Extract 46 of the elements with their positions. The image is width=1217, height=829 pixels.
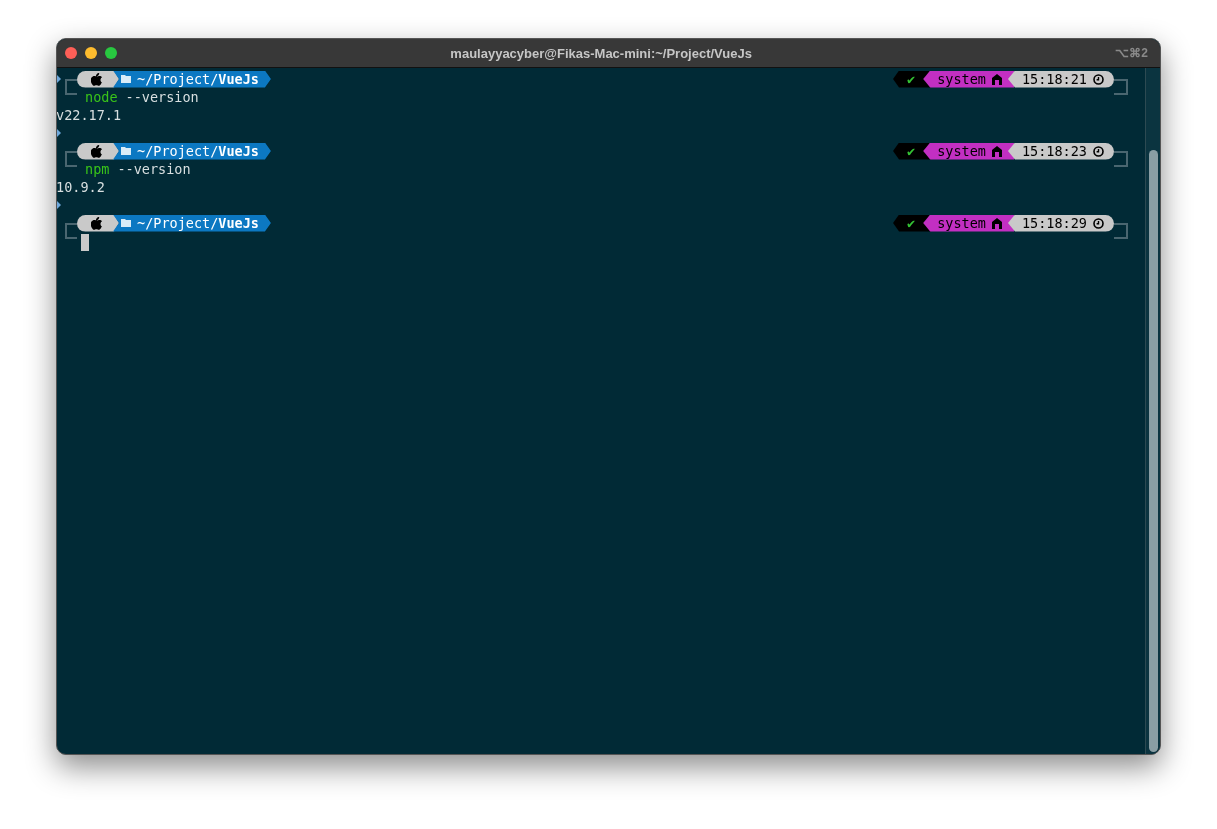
folder-icon: [121, 147, 131, 155]
env-text: system: [937, 143, 986, 159]
command-text: node: [85, 89, 118, 105]
path-text: ~/Project/VueJs: [137, 143, 259, 159]
mark-icon: [57, 201, 61, 209]
close-button[interactable]: [65, 47, 77, 59]
scrollbar-thumb[interactable]: [1149, 150, 1158, 752]
mark-icon: [57, 129, 61, 137]
minimize-button[interactable]: [85, 47, 97, 59]
folder-icon: [121, 219, 131, 227]
path-text: ~/Project/VueJs: [137, 215, 259, 231]
status-text: ✔: [907, 71, 916, 87]
clock-icon: [1093, 73, 1104, 85]
clock-icon: [1093, 217, 1104, 229]
argument-text: --version: [125, 89, 199, 105]
mark-icon: [57, 75, 61, 83]
apple-icon: [91, 216, 103, 230]
prompt-bracket: [65, 223, 77, 239]
status-text: ✔: [907, 143, 916, 159]
status-text: ✔: [907, 215, 916, 231]
prompt-bracket: [65, 151, 77, 167]
output-text: 10.9.2: [57, 178, 105, 196]
prompt-bracket: [65, 79, 77, 95]
apple-icon: [91, 144, 103, 158]
command-text: npm: [85, 161, 110, 177]
apple-icon: [91, 72, 103, 86]
prompt-bracket: [1114, 79, 1128, 95]
prompt-bracket: [1114, 151, 1128, 167]
house-icon: [991, 73, 1002, 85]
env-text: system: [937, 215, 986, 231]
time-text: 15:18:21: [1021, 71, 1087, 87]
window-title: maulayyacyber@Fikas-Mac-mini:~/Project/VueJs: [449, 45, 753, 61]
path-text: ~/Project/VueJs: [137, 71, 259, 87]
folder-icon: [121, 75, 131, 83]
prompt-bracket: [1114, 223, 1128, 239]
output-text: v22.17.1: [57, 106, 122, 124]
zoom-button[interactable]: [105, 47, 117, 59]
env-text: system: [937, 71, 986, 87]
scrollbar[interactable]: [1145, 68, 1160, 754]
time-text: 15:18:23: [1021, 143, 1087, 159]
time-text: 15:18:29: [1021, 215, 1087, 231]
clock-icon: [1093, 145, 1104, 157]
argument-text: --version: [117, 161, 191, 177]
house-icon: [991, 217, 1002, 229]
house-icon: [991, 145, 1002, 157]
tab-shortcut: ⌥⌘2: [1115, 46, 1149, 60]
